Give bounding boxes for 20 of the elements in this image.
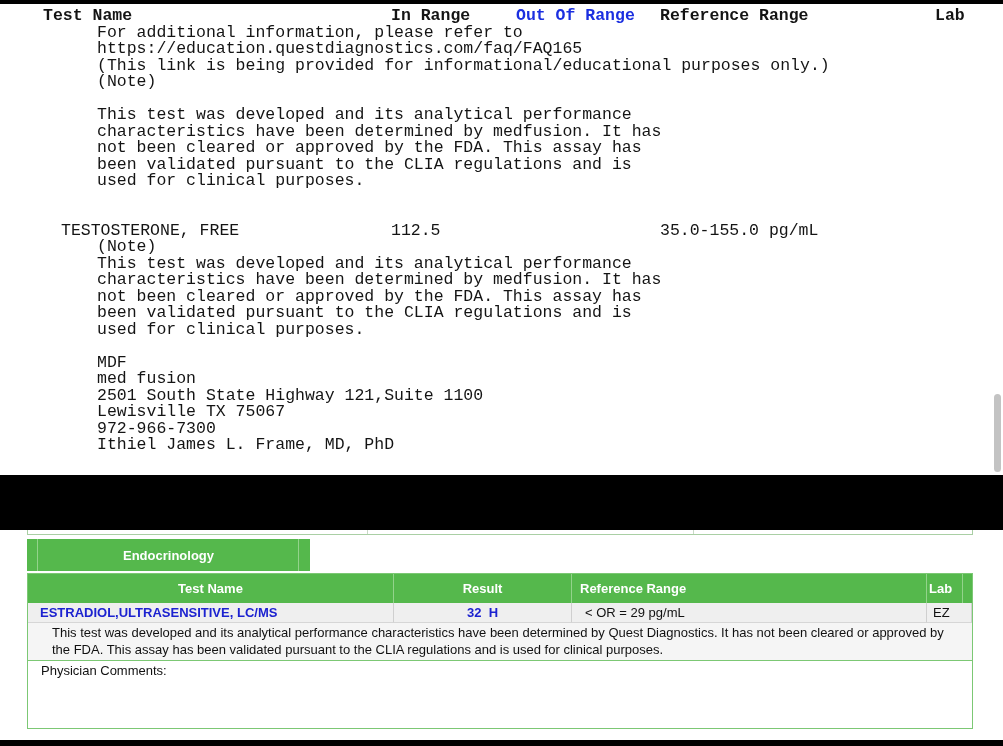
reference-range: 35.0-155.0 pg/mL bbox=[660, 222, 819, 239]
test-name-cell: ESTRADIOL,ULTRASENSITIVE, LC/MS bbox=[28, 603, 394, 623]
scrollbar-thumb[interactable] bbox=[994, 394, 1001, 472]
column-header: Lab bbox=[935, 8, 965, 25]
reference-range-cell: < OR = 29 pg/mL bbox=[572, 603, 927, 623]
note-text: (Note) This test was developed and its analytical performance characteristics have been determined by medfusion. It has not been cleared or approved by the FDA. This assay has been validated pursuant to the CLIA regulations and is used for clinical purposes. bbox=[97, 239, 662, 338]
note-text: This test was developed and its analytical performance characteristics have been determined by medfusion. It has not been cleared or approved by the FDA. This assay has been validated pursuant to the CLIA regulations and is used for clinical purposes. bbox=[97, 107, 662, 190]
test-name: TESTOSTERONE, FREE bbox=[61, 222, 240, 239]
column-header: In Range bbox=[391, 8, 471, 25]
lab-cell: EZ bbox=[927, 603, 972, 623]
note-text: For additional information, please refer to https://education.questdiagnostics.com/faq/FAQ165 (This link is being provided for informational/educational purposes only.) (Note) bbox=[97, 24, 830, 91]
test-comment: This test was developed and its analytical performance characteristics have been determined by Quest Diagnostics. It has not been cleared or approved by the FDA. This assay has been validated pursuant to the CLIA regulations and is used for clinical purposes. bbox=[28, 623, 972, 661]
column-header: Reference Range bbox=[660, 8, 809, 25]
column-header: Test Name bbox=[43, 8, 133, 25]
result-cell: 32 H bbox=[394, 603, 572, 623]
physician-comments-label: Physician Comments: bbox=[41, 663, 167, 678]
column-header: Out Of Range bbox=[516, 8, 635, 25]
section-heading: Endocrinology bbox=[27, 539, 310, 571]
in-range-value: 112.5 bbox=[391, 222, 441, 239]
lab-address: MDF med fusion 2501 South State Highway 121,Suite 1100 Lewisville TX 75067 972-966-7300 Ithiel James L. Frame, MD, PhD bbox=[97, 354, 484, 454]
